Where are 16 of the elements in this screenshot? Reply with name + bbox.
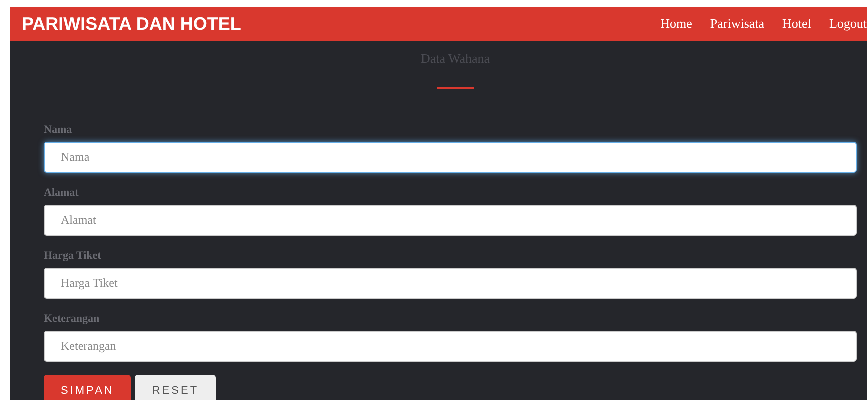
field-label: Harga Tiket xyxy=(44,249,102,264)
nav-link[interactable]: Pariwisata xyxy=(710,16,765,32)
nav-link[interactable]: Home xyxy=(660,16,692,32)
input-field[interactable]: Harga Tiket xyxy=(44,268,857,299)
heading-underline xyxy=(437,87,474,89)
nav-link[interactable]: Logout xyxy=(829,16,867,32)
form-button[interactable]: RESET xyxy=(135,375,216,400)
field-label: Keterangan xyxy=(44,312,101,327)
input-field[interactable]: Nama xyxy=(44,142,857,173)
input-field[interactable]: Keterangan xyxy=(44,331,857,362)
input-field[interactable]: Alamat xyxy=(44,205,857,236)
form-button[interactable]: SIMPAN xyxy=(44,375,132,400)
field-label: Nama xyxy=(44,123,74,138)
nav-link[interactable]: Hotel xyxy=(782,16,812,32)
site-title[interactable]: PARIWISATA DAN HOTEL xyxy=(22,14,242,34)
field-label: Alamat xyxy=(44,186,80,201)
